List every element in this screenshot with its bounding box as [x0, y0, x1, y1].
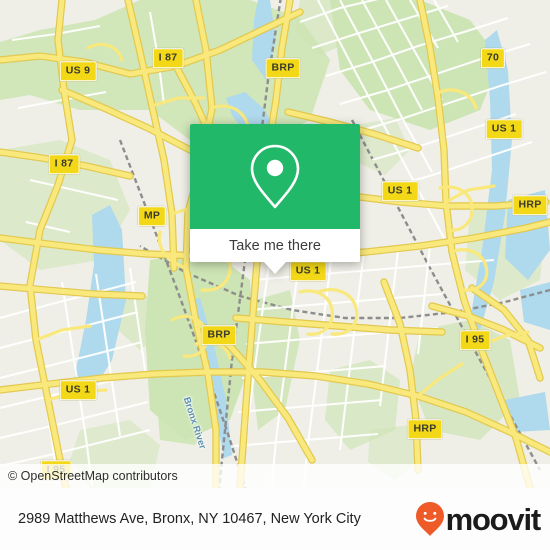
map-pin-icon	[250, 144, 300, 208]
moovit-wordmark: moovit	[445, 501, 542, 537]
road-shield: HRP	[512, 195, 548, 215]
road-shield: I 95	[459, 330, 491, 350]
address-label: 2989 Matthews Ave, Bronx, NY 10467, New …	[18, 511, 361, 527]
road-shield: BRP	[265, 58, 301, 78]
osm-attribution-text: © OpenStreetMap contributors	[8, 469, 178, 483]
map-screenshot: US 9 I 87 BRP 70 US 1 I 87 US 1 HRP MP U…	[0, 0, 550, 550]
moovit-smiley-pin-icon	[415, 502, 444, 536]
osm-attribution-bar: © OpenStreetMap contributors	[0, 464, 550, 488]
road-shield: US 1	[289, 261, 327, 281]
road-shield: I 87	[152, 48, 184, 68]
road-shield: BRP	[201, 325, 237, 345]
map-canvas[interactable]: US 9 I 87 BRP 70 US 1 I 87 US 1 HRP MP U…	[0, 0, 550, 488]
moovit-brand[interactable]: moovit	[415, 501, 542, 537]
footer-bar: 2989 Matthews Ave, Bronx, NY 10467, New …	[0, 488, 550, 550]
road-shield: 70	[480, 48, 506, 68]
road-shield: US 1	[485, 119, 523, 139]
location-popup-card[interactable]: Take me there	[190, 124, 360, 274]
popup-header	[190, 124, 360, 229]
popup-pointer-tail	[264, 262, 286, 274]
popup-body: Take me there	[190, 124, 360, 262]
take-me-there-label: Take me there	[229, 237, 321, 254]
road-shield: US 1	[59, 380, 97, 400]
road-shield: I 87	[48, 154, 80, 174]
road-shield: US 1	[381, 181, 419, 201]
road-shield: HRP	[407, 419, 443, 439]
take-me-there-button[interactable]: Take me there	[190, 229, 360, 262]
footer-content: 2989 Matthews Ave, Bronx, NY 10467, New …	[0, 488, 550, 550]
road-shield: US 9	[59, 61, 97, 81]
road-shield: MP	[137, 206, 167, 226]
